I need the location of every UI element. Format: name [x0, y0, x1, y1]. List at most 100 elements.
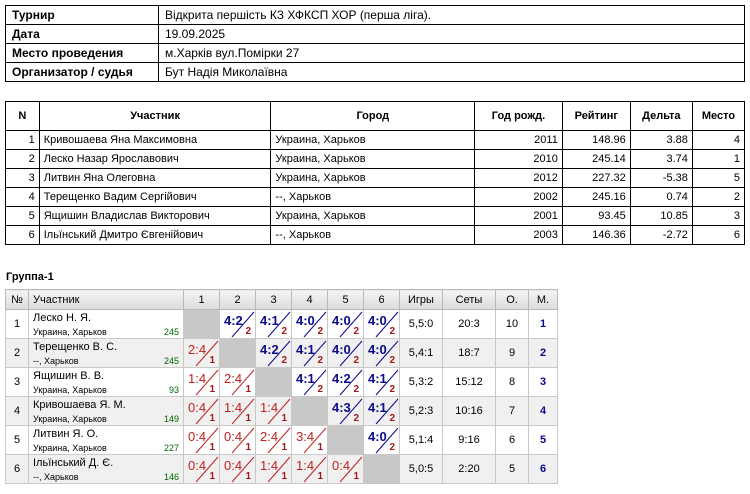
match-points: 2: [389, 413, 395, 424]
players-cell: Кривошаева Яна Максимовна: [38, 130, 272, 150]
group-sets: 15:12: [442, 367, 496, 397]
match-score: 1:4: [296, 458, 315, 473]
match-score: 3:4: [296, 429, 315, 444]
match-score: 0:4: [188, 458, 207, 473]
players-cell: 3: [691, 206, 746, 226]
group-grid-table: № Участник 1 2 3 4 5 6 Игры Сеты О. М. 1 Леско Н. Я.…: [5, 289, 558, 484]
group-column-header: О.: [495, 289, 529, 310]
group-column-header: Игры: [399, 289, 443, 310]
players-cell: 2002: [474, 187, 563, 207]
participant-city: Украина, Харьков: [33, 414, 107, 424]
match-result-cell: 4:2 2: [255, 338, 292, 368]
group-participant: Терещенко В. С. --, Харьков 245: [28, 338, 184, 368]
match-result-cell: 4:2 2: [327, 367, 364, 397]
match-points: 1: [209, 355, 215, 366]
match-score: 0:4: [188, 429, 207, 444]
participant-rating: 93: [168, 385, 179, 395]
match-result-cell: 4:0 2: [327, 309, 364, 339]
group-points: 7: [495, 396, 529, 426]
table-row: 6 Ільїнський Д. Є. --, Харьков 146 0:4 1 0:4 1 1…: [5, 454, 558, 484]
players-cell: 4: [5, 187, 40, 207]
match-result-cell: 1:4 1: [255, 454, 292, 484]
match-points: 1: [281, 442, 287, 453]
match-score: 4:2: [332, 371, 351, 386]
match-score: 0:4: [332, 458, 351, 473]
match-result-cell: 0:4 1: [219, 454, 256, 484]
match-result-cell: 0:4 1: [327, 454, 364, 484]
match-points: 1: [209, 471, 215, 482]
match-result-cell: 4:3 2: [327, 396, 364, 426]
match-result-cell: 4:0 2: [327, 338, 364, 368]
match-points: 2: [389, 384, 395, 395]
match-score: 4:0: [332, 313, 351, 328]
match-result-cell: 1:4 1: [291, 454, 328, 484]
info-value: 19.09.2025: [158, 24, 745, 44]
participant-city: Украина, Харьков: [33, 327, 107, 337]
match-result-cell: 4:0 2: [291, 309, 328, 339]
players-cell: -5.38: [629, 168, 693, 188]
match-score: 0:4: [224, 458, 243, 473]
group-sets: 20:3: [442, 309, 496, 339]
group-points: 9: [495, 338, 529, 368]
participant-rating: 245: [163, 327, 179, 337]
table-row: 2 Терещенко В. С. --, Харьков 245 2:4 1 4:2 2 4:…: [5, 338, 558, 368]
players-cell: 5: [691, 168, 746, 188]
match-result-cell: 0:4 1: [183, 454, 220, 484]
players-cell: 6: [5, 225, 40, 245]
group-column-header: 2: [219, 289, 256, 310]
match-points: 1: [245, 384, 251, 395]
group-sets: 10:16: [442, 396, 496, 426]
players-cell: 3: [5, 168, 40, 188]
players-column-header: Место: [691, 101, 746, 131]
group-points: 10: [495, 309, 529, 339]
players-cell: Терещенко Вадим Сергійович: [38, 187, 272, 207]
match-result-cell: 1:4 1: [183, 367, 220, 397]
table-row: 1 Кривошаева Яна Максимовна Украина, Харьк…: [5, 130, 746, 150]
players-cell: Леско Назар Ярославович: [38, 149, 272, 169]
match-points: 2: [389, 326, 395, 337]
group-games: 5,4:1: [399, 338, 443, 368]
group-games: 5,3:2: [399, 367, 443, 397]
players-column-header: Год рожд.: [474, 101, 563, 131]
table-row: 3 Ящишин В. В. Украина, Харьков 93 1:4 1 2:4 1 4…: [5, 367, 558, 397]
group-row-number: 4: [5, 396, 29, 426]
info-key: Место проведения: [5, 43, 159, 63]
group-games: 5,0:5: [399, 454, 443, 484]
match-points: 2: [317, 355, 323, 366]
players-cell: 3.74: [629, 149, 693, 169]
info-value: м.Харків вул.Помірки 27: [158, 43, 745, 63]
participant-name: Терещенко В. С.: [33, 341, 118, 353]
self-match-cell: [219, 338, 256, 368]
info-key: Турнир: [5, 5, 159, 25]
group-place: 2: [528, 338, 558, 368]
group-column-header: 3: [255, 289, 292, 310]
match-points: 1: [281, 471, 287, 482]
self-match-cell: [255, 367, 292, 397]
match-score: 4:0: [368, 342, 387, 357]
match-score: 0:4: [224, 429, 243, 444]
match-result-cell: 4:1 2: [291, 338, 328, 368]
players-cell: Ящишин Владислав Викторович: [38, 206, 272, 226]
participant-name: Кривошаева Я. М.: [33, 399, 126, 411]
players-cell: --, Харьков: [270, 225, 476, 245]
players-cell: --, Харьков: [270, 187, 476, 207]
match-points: 2: [389, 442, 395, 453]
players-cell: 5: [5, 206, 40, 226]
participant-rating: 149: [163, 414, 179, 424]
match-points: 1: [245, 413, 251, 424]
participant-city: Украина, Харьков: [33, 443, 107, 453]
group-column-header: 4: [291, 289, 328, 310]
match-score: 4:0: [368, 313, 387, 328]
info-key: Дата: [5, 24, 159, 44]
match-result-cell: 2:4 1: [255, 425, 292, 455]
players-cell: 2: [691, 187, 746, 207]
table-row: 4 Кривошаева Я. М. Украина, Харьков 149 0:4 1…: [5, 396, 558, 426]
match-points: 2: [317, 384, 323, 395]
info-row: Турнир Відкрита першість КЗ ХФКСП ХОР (пе…: [5, 5, 745, 25]
participant-name: Ящишин В. В.: [33, 370, 105, 382]
match-score: 4:1: [368, 371, 387, 386]
match-points: 1: [245, 442, 251, 453]
players-cell: 2003: [474, 225, 563, 245]
group-participant: Ящишин В. В. Украина, Харьков 93: [28, 367, 184, 397]
participant-city: --, Харьков: [33, 356, 79, 366]
